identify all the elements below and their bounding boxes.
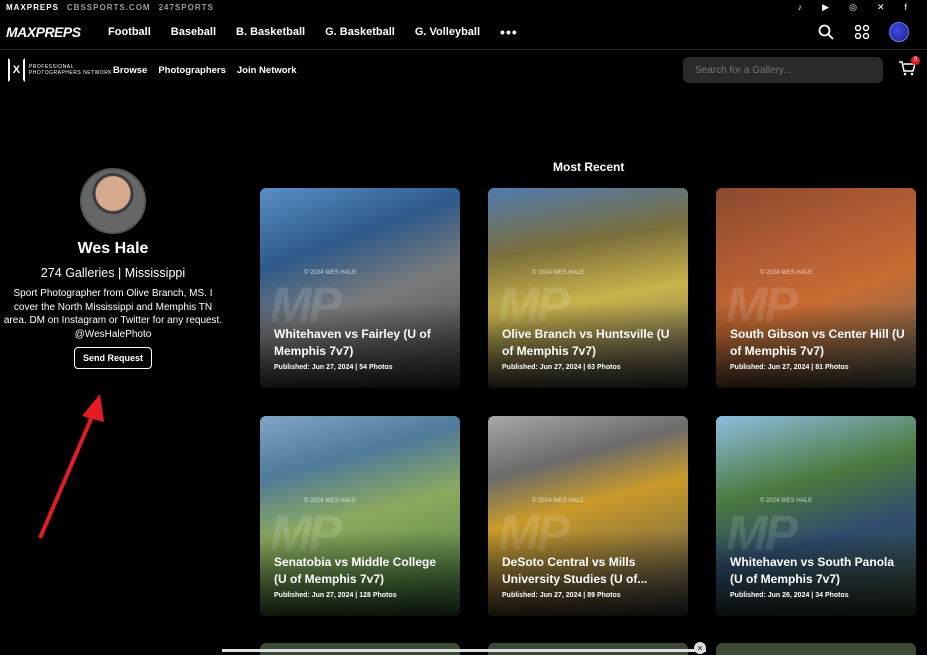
top-brand-bar: MAXPREPS CBSSPORTS.COM 247SPORTS ♪ ▶ ◎ ✕… bbox=[0, 0, 927, 14]
gallery-title: South Gibson vs Center Hill (U of Memphi… bbox=[730, 327, 905, 358]
red-arrow-annotation bbox=[38, 394, 104, 539]
photographer-meta: 274 Galleries | Mississippi bbox=[40, 266, 186, 280]
nav-item-baseball[interactable]: Baseball bbox=[171, 26, 216, 38]
ppn-logo[interactable]: X PROFESSIONAL PHOTOGRAPHERS NETWORK bbox=[8, 58, 113, 82]
gallery-card[interactable]: MP © 2024 WES HALE DeSoto Central vs Mil… bbox=[488, 416, 688, 616]
photo-credit: © 2024 WES HALE bbox=[532, 498, 585, 504]
nav-item-boys-basketball[interactable]: B. Basketball bbox=[236, 26, 305, 38]
nav-item-girls-volleyball[interactable]: G. Volleyball bbox=[415, 26, 480, 38]
gallery-grid: MP © 2024 WES HALE Whitehaven vs Fairley… bbox=[260, 188, 916, 616]
subnav-browse[interactable]: Browse bbox=[113, 65, 147, 76]
gallery-card[interactable]: MP © 2024 WES HALE Whitehaven vs Fairley… bbox=[260, 188, 460, 388]
gallery-published: Published: Jun 27, 2024 | 54 Photos bbox=[274, 364, 393, 371]
gallery-card[interactable]: MP © 2024 WES HALE Whitehaven vs South P… bbox=[716, 416, 916, 616]
most-recent-heading: Most Recent bbox=[553, 160, 625, 174]
gallery-published: Published: Jun 27, 2024 | 81 Photos bbox=[730, 364, 849, 371]
photo-credit: © 2024 WES HALE bbox=[304, 270, 357, 276]
photographer-profile: Wes Hale 274 Galleries | Mississippi Spo… bbox=[0, 168, 226, 369]
gallery-title: Olive Branch vs Huntsville (U of Memphis… bbox=[502, 327, 670, 358]
photographer-name: Wes Hale bbox=[77, 240, 149, 257]
more-menu-icon[interactable]: ••• bbox=[500, 24, 518, 40]
social-links: ♪ ▶ ◎ ✕ f bbox=[798, 2, 921, 13]
gallery-card-peek[interactable] bbox=[716, 643, 916, 655]
photographers-network-nav: X PROFESSIONAL PHOTOGRAPHERS NETWORK Bro… bbox=[0, 50, 927, 90]
user-avatar-icon[interactable] bbox=[889, 21, 909, 42]
facebook-icon[interactable]: f bbox=[904, 2, 907, 13]
photographer-handle: @WesHalePhoto bbox=[74, 328, 152, 340]
close-icon[interactable]: ✕ bbox=[694, 642, 706, 654]
gallery-published: Published: Jun 27, 2024 | 128 Photos bbox=[274, 592, 397, 599]
search-icon[interactable] bbox=[817, 23, 835, 41]
photographer-avatar bbox=[80, 168, 146, 234]
gallery-published: Published: Jun 26, 2024 | 34 Photos bbox=[730, 592, 849, 599]
subnav-photographers[interactable]: Photographers bbox=[158, 65, 226, 76]
tiktok-icon[interactable]: ♪ bbox=[798, 2, 803, 13]
instagram-icon[interactable]: ◎ bbox=[849, 2, 857, 13]
send-request-button[interactable]: Send Request bbox=[73, 346, 152, 369]
subnav-join-network[interactable]: Join Network bbox=[237, 65, 297, 76]
photo-credit: © 2024 WES HALE bbox=[304, 498, 357, 504]
ppn-x-icon: X bbox=[8, 58, 25, 82]
youtube-icon[interactable]: ▶ bbox=[822, 2, 829, 13]
brand-maxpreps[interactable]: MAXPREPS bbox=[6, 3, 59, 12]
nav-item-football[interactable]: Football bbox=[108, 26, 151, 38]
gallery-title: Whitehaven vs South Panola (U of Memphis… bbox=[730, 555, 895, 586]
cart-count-badge: 0 bbox=[911, 55, 920, 65]
gallery-title: Whitehaven vs Fairley (U of Memphis 7v7) bbox=[274, 327, 431, 358]
gallery-published: Published: Jun 27, 2024 | 89 Photos bbox=[502, 592, 621, 599]
gallery-title: DeSoto Central vs Mills University Studi… bbox=[502, 555, 648, 586]
main-nav: MAXPREPS Football Baseball B. Basketball… bbox=[0, 14, 927, 50]
photo-credit: © 2024 WES HALE bbox=[532, 270, 585, 276]
photographer-bio: Sport Photographer from Olive Branch, MS… bbox=[3, 288, 223, 326]
gallery-title: Senatobia vs Middle College (U of Memphi… bbox=[274, 555, 437, 586]
gallery-card[interactable]: MP © 2024 WES HALE Senatobia vs Middle C… bbox=[260, 416, 460, 616]
cart-icon[interactable]: 0 bbox=[899, 55, 920, 80]
gallery-card[interactable]: MP © 2024 WES HALE Olive Branch vs Hunts… bbox=[488, 188, 688, 388]
photo-credit: © 2024 WES HALE bbox=[760, 270, 813, 276]
gallery-card[interactable]: MP © 2024 WES HALE South Gibson vs Cente… bbox=[716, 188, 916, 388]
photo-credit: © 2024 WES HALE bbox=[760, 498, 813, 504]
brand-cbssports[interactable]: CBSSPORTS.COM bbox=[67, 3, 151, 12]
maxpreps-logo[interactable]: MAXPREPS bbox=[6, 24, 86, 40]
apps-grid-icon[interactable] bbox=[853, 23, 871, 41]
brand-247sports[interactable]: 247SPORTS bbox=[159, 3, 214, 12]
x-icon[interactable]: ✕ bbox=[877, 2, 885, 13]
ppn-logo-text: PROFESSIONAL PHOTOGRAPHERS NETWORK bbox=[28, 64, 113, 76]
gallery-published: Published: Jun 27, 2024 | 63 Photos bbox=[502, 364, 621, 371]
nav-item-girls-basketball[interactable]: G. Basketball bbox=[325, 26, 395, 38]
gallery-search-input[interactable] bbox=[683, 57, 883, 83]
